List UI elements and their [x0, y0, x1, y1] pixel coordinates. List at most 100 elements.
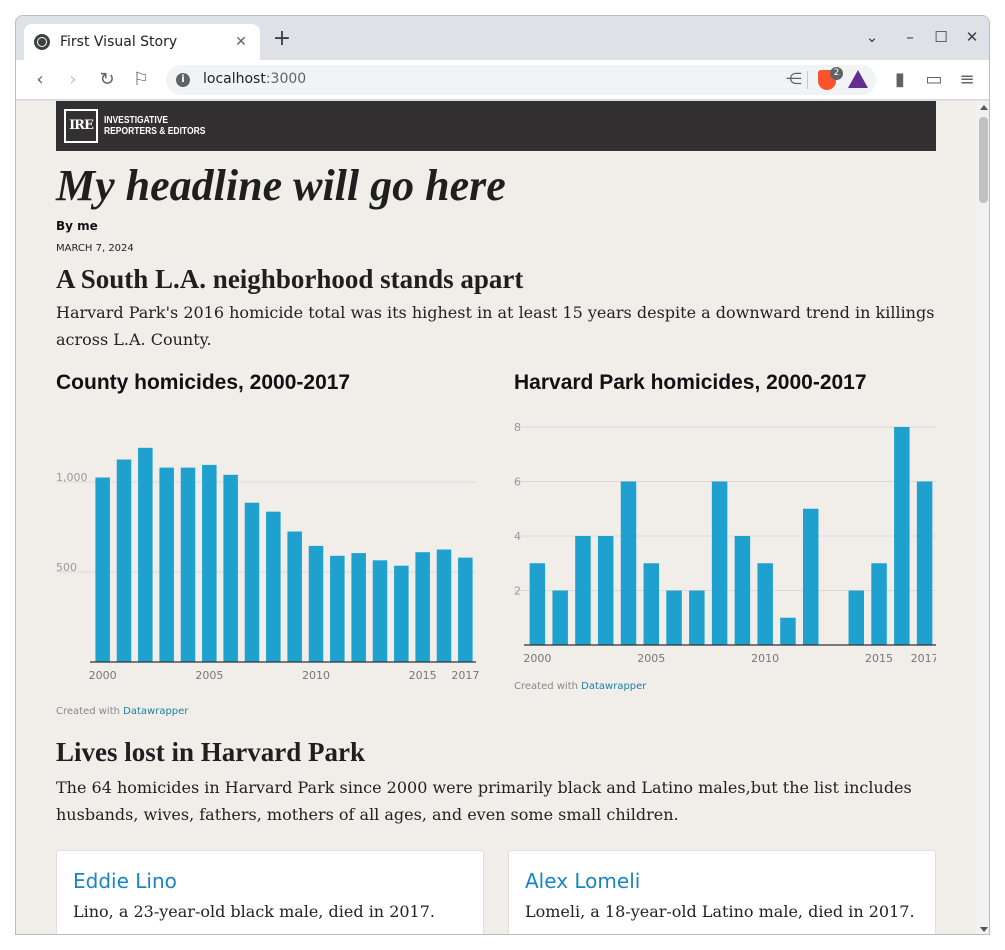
scrollbar-thumb[interactable]	[979, 117, 988, 203]
page-viewport: IRE INVESTIGATIVE REPORTERS & EDITORS My…	[16, 101, 976, 934]
bar	[372, 560, 388, 662]
datawrapper-link[interactable]: Datawrapper	[123, 706, 188, 717]
bar	[597, 536, 614, 645]
x-tick-label: 2015	[865, 652, 893, 665]
masthead: IRE INVESTIGATIVE REPORTERS & EDITORS	[56, 101, 936, 151]
bar	[394, 565, 409, 662]
shields-count-badge: 2	[830, 67, 843, 80]
y-tick-label: 1,000	[56, 471, 88, 484]
x-tick-label: 2000	[89, 669, 117, 682]
section-text-lives-lost: The 64 homicides in Harvard Park since 2…	[56, 778, 912, 824]
close-tab-icon[interactable]: ✕	[232, 34, 250, 50]
y-tick-label: 500	[56, 561, 77, 574]
close-window-icon[interactable]: ✕	[961, 28, 983, 46]
victim-name-link[interactable]: Alex Lomeli	[525, 869, 640, 893]
bar	[643, 563, 660, 645]
bookmark-icon[interactable]: ⚐	[129, 68, 153, 92]
harvard-park-chart-title: Harvard Park homicides, 2000-2017	[514, 371, 867, 394]
logo-line-2: REPORTERS & EDITORS	[104, 126, 206, 137]
globe-icon	[34, 34, 50, 50]
publish-date: MARCH 7, 2024	[56, 243, 134, 254]
bar	[116, 459, 132, 662]
bar	[711, 481, 728, 645]
county-chart-title: County homicides, 2000-2017	[56, 371, 351, 394]
bar	[287, 531, 302, 662]
victim-card: Alex Lomeli Lomeli, a 18-year-old Latino…	[508, 850, 936, 934]
harvard-park-chart-block: Harvard Park homicides, 2000-2017 2 4 6 8 20…	[514, 371, 936, 692]
victim-card: Eddie Lino Lino, a 23-year-old black mal…	[56, 850, 484, 934]
back-icon[interactable]: ‹	[28, 68, 52, 92]
county-chart-block: County homicides, 2000-2017 500 1,000 2000…	[56, 371, 486, 717]
bar	[244, 502, 260, 662]
bar	[757, 563, 773, 645]
bar	[266, 511, 281, 662]
section-title-lives-lost: Lives lost in Harvard Park	[56, 737, 365, 767]
omnibox-divider	[807, 71, 808, 89]
bar	[351, 553, 366, 662]
article-page: IRE INVESTIGATIVE REPORTERS & EDITORS My…	[56, 101, 936, 934]
bar	[575, 536, 591, 645]
credit-prefix: Created with	[514, 681, 582, 692]
logo-line-1: INVESTIGATIVE	[104, 115, 169, 126]
bar	[734, 536, 751, 645]
scroll-up-icon[interactable]	[980, 105, 988, 110]
address-bar[interactable]: i localhost:3000 ⋲ 2	[166, 65, 876, 95]
url-host: localhost	[203, 71, 266, 87]
wallet-icon[interactable]: ▭	[922, 68, 946, 92]
new-tab-button[interactable]: +	[270, 28, 294, 52]
charts-row: County homicides, 2000-2017 500 1,000 2000…	[56, 371, 936, 741]
maximize-icon[interactable]: ☐	[930, 28, 952, 46]
harvard-park-chart-credit: Created with Datawrapper	[514, 681, 646, 692]
bar	[666, 590, 682, 645]
ire-logo-mark[interactable]: IRE	[64, 109, 98, 143]
bar	[95, 477, 110, 662]
victim-cards: Eddie Lino Lino, a 23-year-old black mal…	[56, 850, 936, 934]
page-scrollbar[interactable]	[976, 101, 989, 934]
reload-icon[interactable]: ↻	[95, 68, 119, 92]
tab-search-chevron-icon[interactable]: ⌄	[861, 28, 883, 46]
brave-rewards-icon[interactable]	[848, 70, 868, 88]
x-tick-label: 2005	[637, 652, 665, 665]
ire-logo-text[interactable]: INVESTIGATIVE REPORTERS & EDITORS	[104, 115, 205, 137]
url-port: :3000	[265, 71, 307, 87]
x-tick-label: 2010	[302, 669, 330, 682]
credit-prefix: Created with	[56, 706, 124, 717]
bar	[620, 481, 637, 645]
bar	[780, 617, 796, 645]
x-tick-label: 2010	[751, 652, 779, 665]
bar	[802, 508, 819, 645]
victim-description: Lino, a 23-year-old black male, died in …	[73, 902, 435, 921]
sidebar-icon[interactable]: ▮	[888, 68, 912, 92]
y-tick-label: 2	[514, 585, 521, 598]
headline: My headline will go here	[56, 161, 506, 210]
county-homicides-chart: 500 1,000 2000 2005 2010 2015 2017	[56, 447, 479, 682]
share-icon[interactable]: ⋲	[786, 69, 802, 88]
bar	[308, 545, 324, 662]
browser-toolbar: ‹ › ↻ ⚐ i localhost:3000 ⋲ 2 ▮ ▭ ≡	[16, 60, 989, 100]
bar	[916, 481, 933, 645]
site-info-icon[interactable]: i	[176, 73, 190, 87]
bar	[848, 590, 865, 645]
bar	[871, 563, 887, 645]
forward-icon[interactable]: ›	[61, 68, 85, 92]
bar	[159, 467, 174, 662]
victim-name-link[interactable]: Eddie Lino	[73, 869, 177, 893]
tab-first-visual-story[interactable]: First Visual Story ✕	[24, 24, 260, 60]
bar	[458, 557, 473, 662]
y-tick-label: 4	[514, 530, 521, 543]
x-tick-label: 2017	[911, 652, 936, 665]
tab-title: First Visual Story	[60, 34, 178, 50]
bar	[180, 467, 196, 662]
bar	[689, 590, 705, 645]
minimize-icon[interactable]: –	[899, 28, 921, 46]
scroll-down-icon[interactable]	[980, 927, 988, 932]
section-text-neighborhood: Harvard Park's 2016 homicide total was i…	[56, 303, 935, 349]
bar	[223, 474, 238, 662]
datawrapper-link[interactable]: Datawrapper	[581, 681, 646, 692]
bar	[894, 427, 910, 645]
tab-strip: First Visual Story ✕ + ⌄ – ☐ ✕	[16, 16, 989, 60]
county-chart-credit: Created with Datawrapper	[56, 706, 188, 717]
bar	[552, 590, 568, 645]
byline: By me	[56, 219, 98, 233]
menu-icon[interactable]: ≡	[955, 68, 979, 92]
